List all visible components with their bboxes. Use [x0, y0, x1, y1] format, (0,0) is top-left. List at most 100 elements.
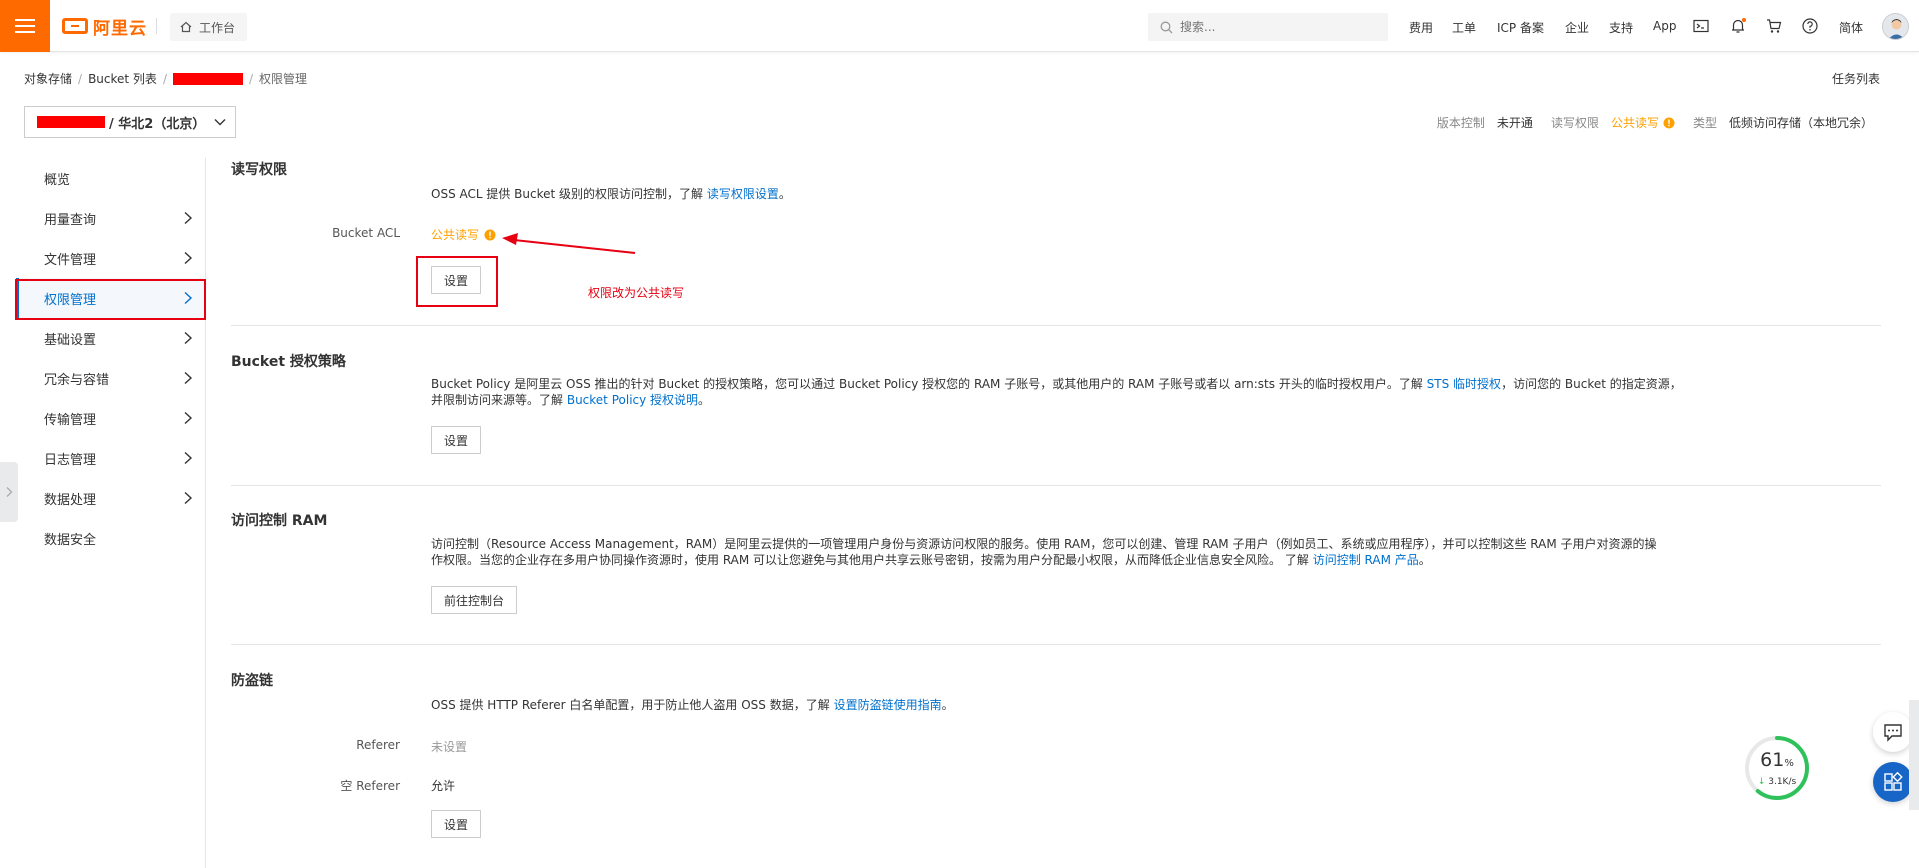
grid-apps-icon: [1884, 771, 1903, 791]
policy-desc-suffix: ，访问您的 Bucket 的指定资源，: [1501, 377, 1682, 391]
sidebar-item-label: 基础设置: [44, 332, 97, 348]
sidebar-item-usage[interactable]: 用量查询: [16, 198, 206, 238]
referer-guide-link[interactable]: 设置防盗链使用指南: [834, 698, 942, 712]
cart-icon[interactable]: [1765, 17, 1783, 35]
referer-label: Referer: [356, 738, 400, 752]
breadcrumb-current: 权限管理: [259, 72, 308, 86]
logo-divider: [156, 18, 157, 34]
nav-enterprise[interactable]: 企业: [1565, 19, 1589, 36]
chevron-right-icon: [6, 487, 13, 497]
nav-tickets[interactable]: 工单: [1452, 19, 1476, 36]
nav-app[interactable]: App: [1653, 19, 1676, 33]
workbench-button[interactable]: 工作台: [170, 13, 248, 41]
policy-docs-link[interactable]: Bucket Policy 授权说明: [567, 393, 698, 407]
home-icon: [180, 21, 192, 33]
right-edge-scroll-tab[interactable]: [1909, 700, 1919, 810]
network-speed-widget[interactable]: 61% ↓ 3.1K/s: [1744, 735, 1810, 801]
language-switch[interactable]: 简体: [1839, 19, 1863, 36]
section-divider: [231, 325, 1881, 326]
acl-value: 公共读写: [1610, 116, 1659, 130]
nav-billing[interactable]: 费用: [1409, 19, 1433, 36]
search-input[interactable]: [1180, 20, 1370, 34]
chevron-right-icon: [184, 251, 193, 265]
acl-section-title: 读写权限: [231, 162, 287, 178]
speed-rate: ↓ 3.1K/s: [1757, 777, 1797, 787]
nav-icp[interactable]: ICP 备案: [1497, 19, 1544, 36]
nav-support[interactable]: 支持: [1609, 19, 1633, 36]
sidebar-expand-tab[interactable]: [0, 462, 18, 522]
avatar[interactable]: [1882, 13, 1909, 40]
sts-docs-link[interactable]: STS 临时授权: [1427, 377, 1501, 391]
acl-docs-link[interactable]: 读写权限设置: [707, 187, 779, 201]
sidebar-item-label: 权限管理: [44, 292, 97, 308]
ram-product-link[interactable]: 访问控制 RAM 产品: [1313, 553, 1419, 567]
empty-referer-label: 空 Referer: [340, 779, 400, 793]
sidebar-item-label: 数据安全: [44, 532, 97, 548]
ram-console-button[interactable]: 前往控制台: [431, 586, 517, 614]
terminal-icon[interactable]: [1692, 17, 1710, 35]
download-arrow-icon: ↓: [1757, 777, 1766, 787]
breadcrumb-oss[interactable]: 对象存储: [24, 70, 72, 87]
sidebar-item-label: 数据处理: [44, 492, 97, 508]
referer-settings-button[interactable]: 设置: [431, 810, 481, 838]
bucket-acl-value-text: 公共读写: [431, 228, 480, 242]
acl-desc-text: OSS ACL 提供 Bucket 级别的权限访问控制，了解: [431, 187, 704, 201]
redacted-bucket-name[interactable]: [172, 72, 243, 85]
task-list-link[interactable]: 任务列表: [1832, 70, 1880, 87]
logo-mark-icon: [62, 18, 88, 34]
section-divider: [231, 485, 1881, 486]
referer-desc-suffix: 。: [941, 698, 954, 712]
referer-section-title: 防盗链: [231, 673, 273, 689]
version-control-value: 未开通: [1496, 116, 1533, 130]
sidebar-item-data-security[interactable]: 数据安全: [16, 518, 206, 558]
chevron-right-icon: [184, 331, 193, 345]
logo-text: 阿里云: [93, 18, 147, 39]
bucket-selector[interactable]: / 华北2（北京）: [24, 106, 236, 138]
breadcrumb-separator: /: [248, 71, 254, 86]
top-navigation-bar: 阿里云 工作台 费用 工单 ICP 备案 企业 支持 App 简体: [0, 0, 1919, 52]
bucket-info-bar: 版本控制 未开通 读写权限 公共读写 类型 低频访问存储（本地冗余）: [1437, 114, 1873, 131]
help-icon[interactable]: [1801, 17, 1819, 35]
ram-desc-suffix: 。: [1418, 553, 1431, 567]
menu-icon[interactable]: [0, 0, 50, 52]
breadcrumb: 对象存储 / Bucket 列表 / / 权限管理: [24, 70, 307, 87]
sidebar-item-basic-settings[interactable]: 基础设置: [16, 318, 206, 358]
acl-key: 读写权限: [1550, 116, 1599, 130]
breadcrumb-bucket-list[interactable]: Bucket 列表: [88, 70, 157, 87]
sidebar-item-overview[interactable]: 概览: [16, 158, 206, 198]
bucket-acl-value: 公共读写: [431, 226, 496, 243]
bucket-region-label: / 华北2（北京）: [109, 116, 206, 132]
aliyun-logo[interactable]: 阿里云: [62, 14, 147, 39]
chevron-right-icon: [184, 451, 193, 465]
feedback-chat-button[interactable]: [1873, 712, 1913, 752]
policy-desc-text: 并限制访问来源等。了解: [431, 393, 564, 407]
bell-icon[interactable]: [1729, 17, 1747, 35]
sidebar-item-transfer[interactable]: 传输管理: [16, 398, 206, 438]
sidebar-item-files[interactable]: 文件管理: [16, 238, 206, 278]
acl-settings-button[interactable]: 设置: [431, 266, 481, 294]
policy-section-title: Bucket 授权策略: [231, 354, 346, 370]
sidebar-item-redundancy[interactable]: 冗余与容错: [16, 358, 206, 398]
acl-description: OSS ACL 提供 Bucket 级别的权限访问控制，了解 读写权限设置。: [431, 186, 791, 202]
storage-type-key: 类型: [1692, 116, 1717, 130]
sidebar-item-permissions[interactable]: 权限管理: [16, 278, 206, 318]
sidebar-item-logs[interactable]: 日志管理: [16, 438, 206, 478]
sidebar-item-label: 文件管理: [44, 252, 97, 268]
sidebar-item-data-processing[interactable]: 数据处理: [16, 478, 206, 518]
bucket-acl-label: Bucket ACL: [332, 226, 400, 240]
breadcrumb-separator: /: [78, 71, 83, 86]
apps-button[interactable]: [1873, 762, 1913, 802]
empty-referer-value: 允许: [431, 779, 456, 793]
warning-icon: [1663, 117, 1675, 128]
redacted-bucket-name: [37, 116, 105, 128]
sidebar-item-label: 传输管理: [44, 412, 97, 428]
chevron-right-icon: [184, 411, 193, 425]
chevron-right-icon: [184, 211, 193, 225]
policy-settings-button[interactable]: 设置: [431, 426, 481, 454]
storage-type-value: 低频访问存储（本地冗余）: [1728, 116, 1873, 130]
policy-desc-text: Bucket Policy 是阿里云 OSS 推出的针对 Bucket 的授权策…: [431, 377, 1423, 391]
search-box[interactable]: [1148, 13, 1388, 41]
sidebar-item-label: 日志管理: [44, 452, 97, 468]
chevron-right-icon: [184, 291, 193, 305]
ram-section-title: 访问控制 RAM: [231, 513, 328, 529]
